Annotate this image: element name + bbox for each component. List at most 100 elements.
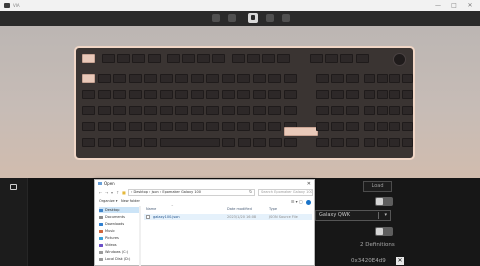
keycap-numpad[interactable]: [364, 74, 375, 83]
keycap-numpad[interactable]: [364, 90, 375, 99]
keycap-numpad[interactable]: [364, 106, 375, 115]
nav-item-pictures[interactable]: Pictures: [99, 235, 139, 241]
keycap[interactable]: [190, 74, 204, 83]
keycap[interactable]: [82, 90, 95, 99]
organize-menu[interactable]: Organize ▾: [99, 198, 118, 205]
up-arrow-icon[interactable]: ↑: [116, 188, 119, 197]
keycap[interactable]: [237, 122, 250, 131]
keycap[interactable]: [159, 74, 173, 83]
keycap[interactable]: [97, 74, 111, 83]
keycap-nav[interactable]: [346, 74, 359, 83]
view-icon[interactable]: ☰ ▾: [291, 199, 298, 204]
view-options[interactable]: ☰ ▾ ▢: [291, 199, 311, 205]
keycap-numpad[interactable]: [389, 106, 400, 115]
keycap[interactable]: [197, 54, 211, 63]
keycap-nav[interactable]: [316, 122, 329, 131]
keycap[interactable]: [268, 74, 281, 83]
keycap-numpad[interactable]: [401, 90, 413, 99]
keycap-esc[interactable]: [82, 54, 95, 63]
keycap[interactable]: [262, 54, 275, 63]
keycap[interactable]: [284, 138, 297, 147]
keycap[interactable]: [221, 122, 235, 131]
keycap[interactable]: [128, 122, 142, 131]
keycap[interactable]: [144, 122, 157, 131]
keycap[interactable]: [117, 54, 131, 63]
settings-icon[interactable]: [266, 14, 274, 22]
keycap-numpad[interactable]: [364, 122, 375, 131]
lighting-icon[interactable]: [228, 14, 236, 22]
keycap-numpad[interactable]: [376, 122, 388, 131]
keycap[interactable]: [340, 54, 354, 63]
keycap[interactable]: [268, 122, 281, 131]
keycap-nav[interactable]: [331, 122, 344, 131]
keycap[interactable]: [166, 54, 180, 63]
keycap[interactable]: [82, 138, 95, 147]
keycap[interactable]: [159, 90, 173, 99]
keycap[interactable]: [113, 74, 126, 83]
column-header-type[interactable]: Type: [269, 206, 277, 212]
keycap[interactable]: [252, 90, 266, 99]
keycap[interactable]: [283, 74, 297, 83]
nav-item-windows-c[interactable]: Windows (C:): [99, 249, 139, 255]
keycap[interactable]: [212, 54, 226, 63]
keycap[interactable]: [268, 90, 281, 99]
keycap[interactable]: [182, 54, 195, 63]
address-bar[interactable]: › Desktop › json › Epomaker Galaxy 100: [128, 189, 255, 196]
keycap[interactable]: [252, 106, 266, 115]
keycap[interactable]: [97, 106, 111, 115]
keycap[interactable]: [190, 90, 204, 99]
chevron-down-icon[interactable]: ▾: [111, 188, 113, 197]
keycap[interactable]: [102, 54, 115, 63]
keycap[interactable]: [144, 74, 157, 83]
keycap-nav[interactable]: [316, 90, 329, 99]
keycap-numpad[interactable]: [401, 122, 413, 131]
keycap[interactable]: [144, 106, 157, 115]
keycap[interactable]: [237, 138, 251, 147]
keycap[interactable]: [128, 138, 142, 147]
keycap-nav[interactable]: [316, 106, 329, 115]
forward-arrow-icon[interactable]: →: [105, 188, 108, 197]
keycap-numpad[interactable]: [401, 106, 413, 115]
keycap[interactable]: [252, 74, 266, 83]
keycap-numpad[interactable]: [364, 138, 375, 147]
nav-item-downloads[interactable]: Downloads: [99, 221, 139, 227]
keycap-numpad[interactable]: [376, 74, 388, 83]
toggle-switch[interactable]: [375, 227, 393, 236]
keycap-numpad[interactable]: [376, 138, 388, 147]
toggle-switch[interactable]: [375, 197, 393, 206]
nav-scrollbar[interactable]: [139, 206, 141, 266]
keycap[interactable]: [113, 90, 126, 99]
maximize-button[interactable]: □: [448, 0, 460, 11]
remove-definition-button[interactable]: ✕: [396, 257, 404, 265]
keycap-nav[interactable]: [316, 138, 329, 147]
back-arrow-icon[interactable]: ←: [99, 188, 102, 197]
keycap[interactable]: [277, 54, 291, 63]
keycap[interactable]: [82, 74, 95, 83]
minimize-button[interactable]: —: [432, 0, 444, 11]
keycap[interactable]: [175, 122, 188, 131]
keycap[interactable]: [159, 138, 220, 147]
refresh-icon[interactable]: ↻: [249, 189, 252, 195]
file-row[interactable]: galaxy100.json 2023/1/20 16:08 JSON Sour…: [144, 214, 312, 220]
keycap[interactable]: [144, 90, 157, 99]
keycap[interactable]: [253, 138, 266, 147]
configure-icon[interactable]: [248, 13, 258, 23]
keycap[interactable]: [175, 74, 188, 83]
keycap-nav[interactable]: [331, 74, 344, 83]
keyboard-icon[interactable]: [10, 184, 17, 190]
keycap[interactable]: [221, 90, 235, 99]
keycap-numpad[interactable]: [376, 106, 388, 115]
keycap[interactable]: [97, 138, 111, 147]
keyboard-definition-select[interactable]: Galaxy QWK ▾: [315, 210, 391, 221]
keycap[interactable]: [268, 106, 281, 115]
column-header-date[interactable]: Date modified: [227, 206, 252, 212]
nav-item-documents[interactable]: Documents: [99, 214, 139, 220]
keycap[interactable]: [175, 106, 188, 115]
keycap[interactable]: [128, 74, 142, 83]
keycap[interactable]: [221, 74, 235, 83]
keycap[interactable]: [310, 54, 323, 63]
keycap-numpad[interactable]: [389, 122, 400, 131]
keycap-nav[interactable]: [346, 106, 359, 115]
keycap-numpad[interactable]: [401, 138, 413, 147]
keycap-numpad[interactable]: [389, 138, 400, 147]
